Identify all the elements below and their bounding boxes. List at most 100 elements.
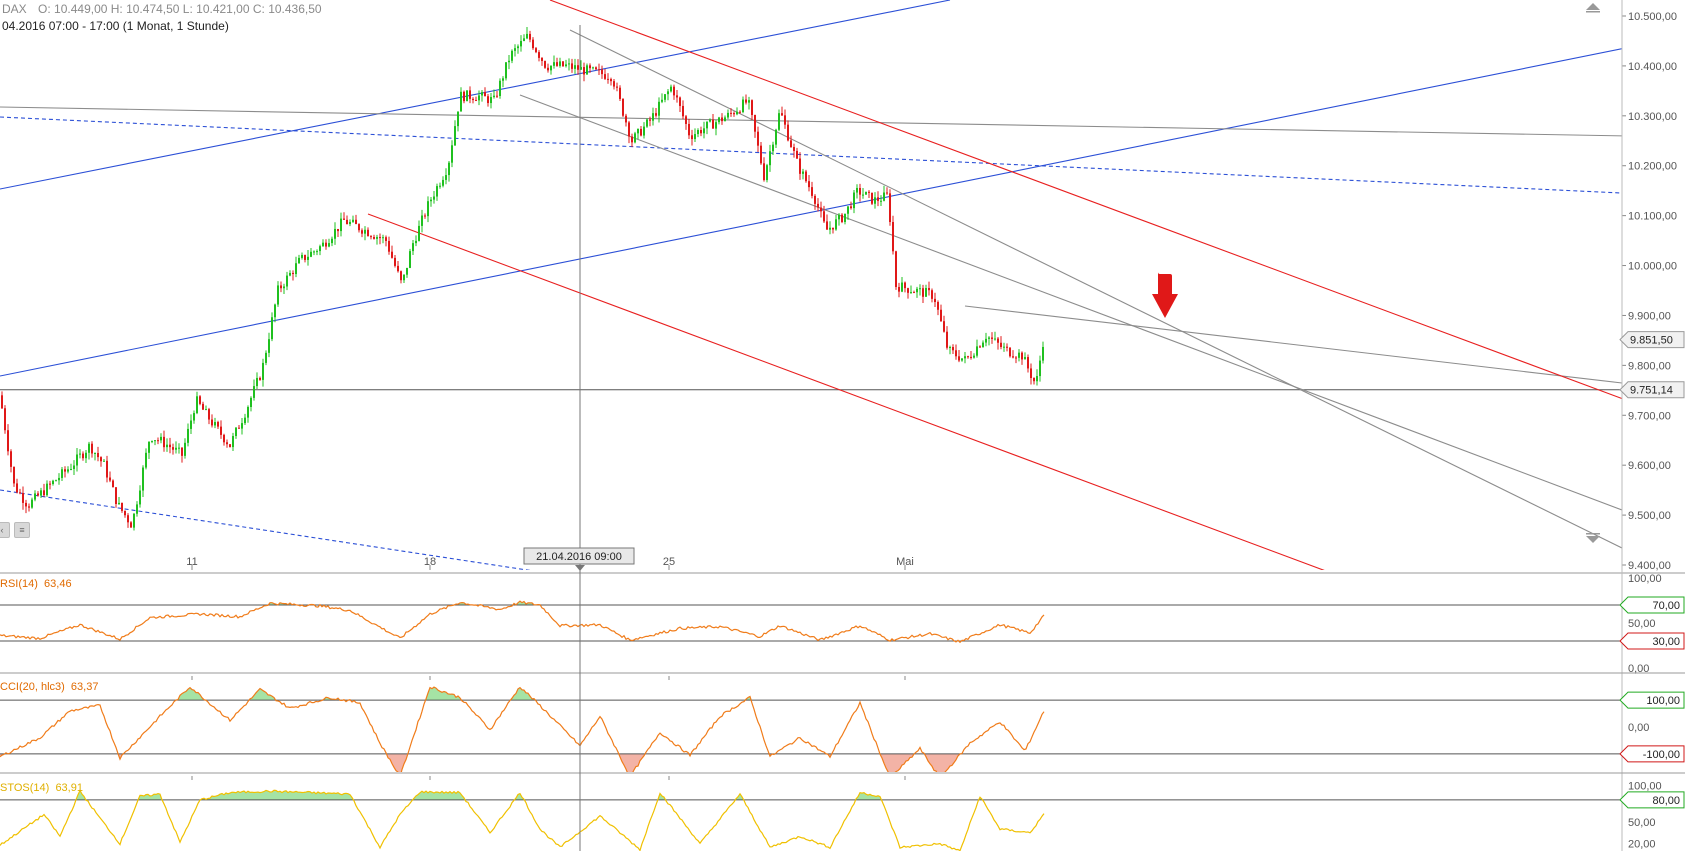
candle-body — [883, 192, 885, 201]
candle-body — [310, 251, 312, 257]
candle-body — [403, 274, 405, 281]
candle-body — [1018, 352, 1020, 358]
candle-body — [142, 467, 144, 491]
candle-body — [208, 409, 210, 420]
candle-body — [235, 427, 237, 437]
candle-body — [742, 99, 744, 113]
candle-body — [877, 197, 879, 201]
candle-body — [487, 96, 489, 104]
candle-body — [940, 309, 942, 322]
candle-body — [508, 60, 510, 63]
candle-body — [733, 113, 735, 115]
candle-body — [433, 196, 435, 200]
candle-body — [73, 465, 75, 469]
trendline — [964, 305, 1622, 384]
candle-body — [793, 147, 795, 151]
y-tick-label: 9.800,00 — [1628, 360, 1671, 372]
candle-body — [436, 186, 438, 197]
candle-body — [559, 61, 561, 66]
candle-body — [805, 171, 807, 182]
candle-body — [481, 92, 483, 96]
candle-body — [916, 288, 918, 293]
cci-value: 63,37 — [70, 681, 99, 693]
candle-body — [304, 254, 306, 260]
candle-body — [307, 256, 309, 260]
cci-level-label: 100,00 — [1646, 695, 1680, 707]
candle-body — [667, 91, 669, 95]
collapse-menu-icon[interactable]: ≡ — [14, 522, 30, 538]
candle-body — [466, 90, 468, 102]
candle-body — [46, 483, 48, 496]
candle-body — [700, 130, 702, 134]
candle-body — [328, 243, 330, 247]
candle-body — [751, 100, 753, 115]
candle-body — [949, 347, 951, 349]
scroll-bar-top — [1586, 11, 1600, 13]
rsi-label: RSI(14) 63,46 — [0, 578, 72, 590]
candle-body — [22, 493, 24, 503]
candle-body — [709, 119, 711, 122]
candle-body — [565, 64, 567, 67]
candle-body — [511, 50, 513, 61]
candle-body — [787, 124, 789, 141]
y-tick-label: 10.000,00 — [1628, 261, 1677, 273]
candle-body — [808, 181, 810, 188]
candle-body — [535, 48, 537, 53]
candle-body — [796, 150, 798, 159]
candle-body — [67, 469, 69, 472]
trendline — [569, 29, 1622, 549]
candle-body — [220, 426, 222, 435]
candle-body — [601, 69, 603, 75]
candle-body — [634, 133, 636, 143]
candle-body — [145, 452, 147, 468]
candle-body — [283, 286, 285, 289]
candle-body — [814, 195, 816, 204]
candle-body — [619, 87, 621, 99]
candle-body — [727, 112, 729, 118]
candle-body — [349, 221, 351, 225]
candle-body — [697, 130, 699, 135]
candle-body — [976, 346, 978, 356]
candle-body — [934, 298, 936, 303]
rsi-value: 63,46 — [44, 578, 72, 590]
candle-body — [352, 219, 354, 222]
crosshair-pointer — [575, 565, 585, 571]
candle-body — [574, 65, 576, 69]
y-tick-label: 10.200,00 — [1628, 161, 1677, 173]
candle-body — [811, 187, 813, 196]
candle-body — [484, 92, 486, 97]
candle-body — [922, 288, 924, 297]
candle-body — [784, 115, 786, 125]
chart-canvas[interactable]: 10.500,00 10.400,00 10.300,00 10.200,00 10.1… — [0, 0, 1685, 851]
candle-body — [157, 440, 159, 442]
candle-body — [82, 453, 84, 459]
y-tick-label: 10.100,00 — [1628, 211, 1677, 223]
candle-body — [43, 490, 45, 496]
collapse-left-icon[interactable]: ‹ — [0, 522, 10, 538]
candle-body — [289, 272, 291, 276]
cci-level-label: -100,00 — [1643, 749, 1680, 761]
candle-body — [553, 62, 555, 66]
candle-body — [592, 67, 594, 69]
candle-body — [670, 86, 672, 92]
candle-body — [766, 165, 768, 181]
candle-body — [514, 48, 516, 51]
candle-body — [424, 215, 426, 217]
candle-body — [175, 447, 177, 450]
stoch-label: STOS(14) 63,91 — [0, 782, 83, 794]
candle-body — [247, 406, 249, 418]
candle-body — [919, 288, 921, 290]
candle-body — [865, 191, 867, 195]
candle-body — [151, 440, 153, 442]
range-label: 04.2016 07:00 - 17:00 (1 Monat, 1 Stunde… — [2, 19, 229, 33]
candle-body — [313, 251, 315, 253]
candle-body — [874, 197, 876, 204]
candle-body — [631, 136, 633, 143]
candle-body — [196, 396, 198, 414]
trendline — [549, 0, 1622, 400]
candle-body — [520, 40, 522, 47]
candle-body — [259, 377, 261, 380]
candle-body — [475, 100, 477, 102]
candle-body — [643, 126, 645, 136]
candle-body — [991, 337, 993, 339]
